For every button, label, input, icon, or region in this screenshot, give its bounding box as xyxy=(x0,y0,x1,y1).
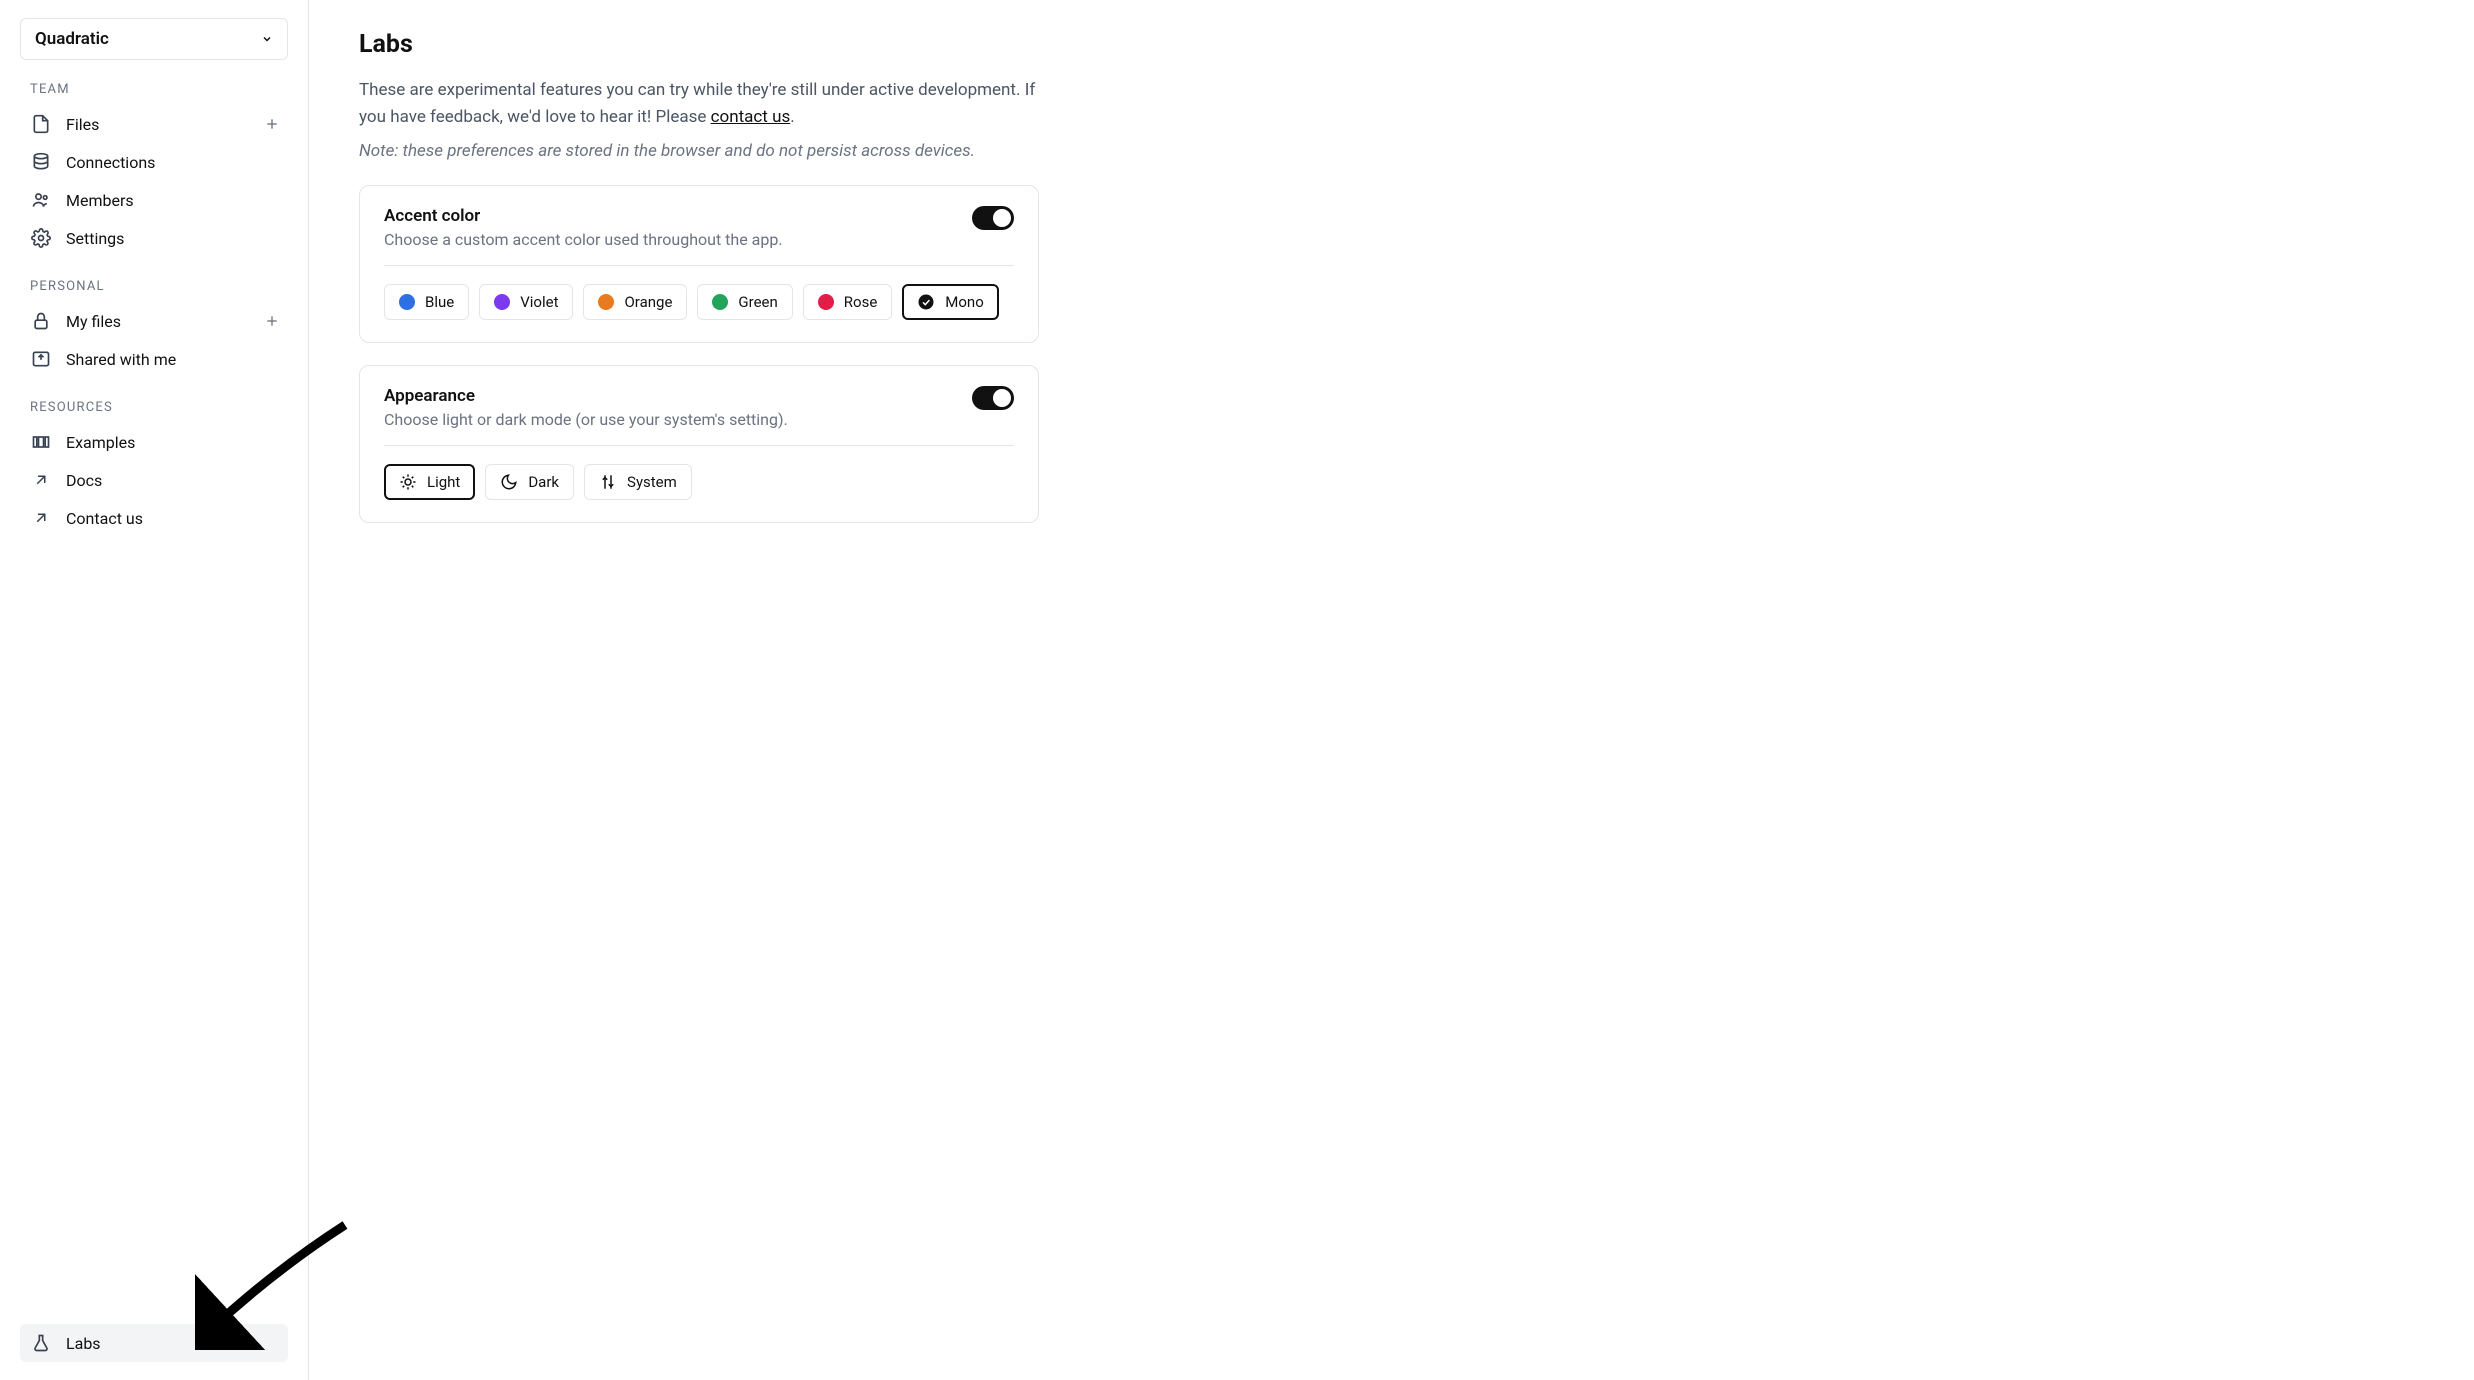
sidebar-item-label: Labs xyxy=(66,1334,101,1353)
sidebar-item-label: Settings xyxy=(66,229,124,248)
flask-icon xyxy=(30,1332,52,1354)
accent-option-orange[interactable]: Orange xyxy=(583,284,687,320)
appearance-title: Appearance xyxy=(384,386,788,406)
accent-color-card: Accent color Choose a custom accent colo… xyxy=(359,185,1039,343)
sidebar-item-files[interactable]: Files xyxy=(20,105,288,143)
lock-icon xyxy=(30,310,52,332)
accent-option-green[interactable]: Green xyxy=(697,284,792,320)
external-link-icon xyxy=(30,507,52,529)
accent-color-title: Accent color xyxy=(384,206,783,226)
divider xyxy=(384,445,1014,446)
sliders-icon xyxy=(599,473,617,491)
sidebar-item-label: Docs xyxy=(66,471,102,490)
external-link-icon xyxy=(30,469,52,491)
appearance-card: Appearance Choose light or dark mode (or… xyxy=(359,365,1039,523)
sidebar-item-label: Connections xyxy=(66,153,155,172)
moon-icon xyxy=(500,473,518,491)
sidebar-item-connections[interactable]: Connections xyxy=(20,143,288,181)
page-title: Labs xyxy=(359,30,1359,59)
sidebar: Quadratic TEAM Files Connections xyxy=(0,0,309,1380)
swatch-blue xyxy=(399,294,415,310)
accent-option-mono[interactable]: Mono xyxy=(902,284,999,320)
accent-option-violet[interactable]: Violet xyxy=(479,284,573,320)
sidebar-item-label: Contact us xyxy=(66,509,143,528)
sidebar-item-label: Members xyxy=(66,191,134,210)
sidebar-item-members[interactable]: Members xyxy=(20,181,288,219)
swatch-rose xyxy=(818,294,834,310)
section-label-team: TEAM xyxy=(30,82,288,97)
appearance-options: Light Dark System xyxy=(384,464,1014,500)
brand-dropdown[interactable]: Quadratic xyxy=(20,18,288,60)
sun-icon xyxy=(399,473,417,491)
file-icon xyxy=(30,113,52,135)
sidebar-item-label: My files xyxy=(66,312,121,331)
sidebar-item-settings[interactable]: Settings xyxy=(20,219,288,257)
accent-color-toggle[interactable] xyxy=(972,206,1014,230)
appearance-option-system[interactable]: System xyxy=(584,464,692,500)
swatch-orange xyxy=(598,294,614,310)
page-description: These are experimental features you can … xyxy=(359,77,1059,131)
accent-option-blue[interactable]: Blue xyxy=(384,284,469,320)
swatch-green xyxy=(712,294,728,310)
appearance-option-light[interactable]: Light xyxy=(384,464,475,500)
divider xyxy=(384,265,1014,266)
contact-us-link[interactable]: contact us xyxy=(711,107,791,127)
accent-option-rose[interactable]: Rose xyxy=(803,284,893,320)
sidebar-item-labs[interactable]: Labs xyxy=(20,1324,288,1362)
swatch-violet xyxy=(494,294,510,310)
database-icon xyxy=(30,151,52,173)
accent-color-subtitle: Choose a custom accent color used throug… xyxy=(384,230,783,249)
checkmark-icon xyxy=(917,293,935,311)
sidebar-item-contact-us[interactable]: Contact us xyxy=(20,499,288,537)
sidebar-item-label: Examples xyxy=(66,433,135,452)
accent-color-options: Blue Violet Orange Green Rose xyxy=(384,284,1014,320)
appearance-option-dark[interactable]: Dark xyxy=(485,464,574,500)
main-content: Labs These are experimental features you… xyxy=(309,0,1409,1380)
chevron-down-icon xyxy=(261,33,273,45)
sidebar-item-label: Shared with me xyxy=(66,350,176,369)
add-file-button[interactable] xyxy=(264,116,280,132)
sidebar-item-shared-with-me[interactable]: Shared with me xyxy=(20,340,288,378)
brand-name: Quadratic xyxy=(35,29,109,49)
inbox-icon xyxy=(30,348,52,370)
page-note: Note: these preferences are stored in th… xyxy=(359,141,1359,161)
appearance-toggle[interactable] xyxy=(972,386,1014,410)
sidebar-item-my-files[interactable]: My files xyxy=(20,302,288,340)
sidebar-item-examples[interactable]: Examples xyxy=(20,423,288,461)
add-my-file-button[interactable] xyxy=(264,313,280,329)
sidebar-item-label: Files xyxy=(66,115,99,134)
people-icon xyxy=(30,189,52,211)
section-label-personal: PERSONAL xyxy=(30,279,288,294)
gear-icon xyxy=(30,227,52,249)
sidebar-item-docs[interactable]: Docs xyxy=(20,461,288,499)
layout-icon xyxy=(30,431,52,453)
section-label-resources: RESOURCES xyxy=(30,400,288,415)
appearance-subtitle: Choose light or dark mode (or use your s… xyxy=(384,410,788,429)
